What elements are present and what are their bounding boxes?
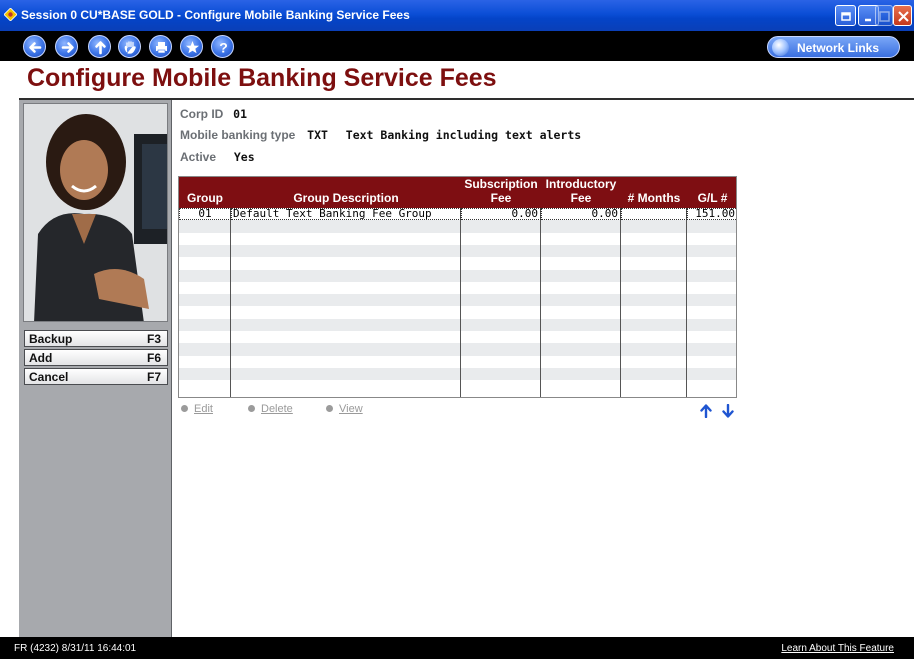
mobile-type-row: Mobile banking type TXT Text Banking inc… [180,128,581,142]
delete-label: Delete [261,403,293,415]
print-icon [156,42,167,54]
restore-icon [841,12,851,21]
session-status-text: FR (4232) 8/31/11 16:44:01 [14,643,137,654]
svg-text:?: ? [219,40,228,56]
learn-about-feature-link[interactable]: Learn About This Feature [781,643,894,654]
description-column-header[interactable]: Group Description [231,177,461,208]
help-button[interactable]: ? [211,35,234,58]
app-icon [4,8,17,21]
active-label: Active [180,150,217,164]
months-column-header[interactable]: # Months [621,177,687,208]
delete-bullet-icon [248,405,255,412]
edit-action[interactable]: Edit [181,403,213,415]
row-group-cell[interactable]: 01 [179,208,231,220]
row-intro-fee-cell[interactable]: 0.00 [541,208,621,220]
close-button[interactable] [893,5,912,26]
help-icon: ? [219,40,228,56]
column-divider [621,208,687,397]
close-icon [898,11,909,22]
add-label: Add [29,351,53,365]
star-icon [186,41,199,54]
edit-label: Edit [194,403,213,415]
page-up-arrow-icon[interactable] [700,404,712,418]
backup-label: Backup [29,332,73,346]
cancel-label: Cancel [29,370,69,384]
window-title: Session 0 CU*BASE GOLD - Configure Mobil… [21,8,410,22]
mobile-type-description: Text Banking including text alerts [345,128,582,142]
column-divider [231,208,461,397]
up-button[interactable] [88,35,111,58]
column-divider [461,208,541,397]
fee-groups-table: Group Group Description Subscription Fee… [178,176,737,398]
back-icon [29,42,42,53]
column-divider [541,208,621,397]
forward-button[interactable] [55,35,78,58]
cancel-key: F7 [146,370,161,384]
print-button[interactable] [149,35,172,58]
left-panel: Backup F3 Add F6 Cancel F7 [19,100,172,637]
page-down-arrow-icon[interactable] [722,404,734,418]
member-photo-image [23,103,168,322]
hand-icon [124,41,136,54]
globe-icon [772,39,789,56]
active-value: Yes [233,150,255,164]
introductory-fee-column-header[interactable]: Introductory Fee [541,177,621,208]
delete-action[interactable]: Delete [248,403,293,415]
view-label: View [339,403,363,415]
corp-id-value: 01 [233,107,248,121]
page-title: Configure Mobile Banking Service Fees [27,64,497,92]
add-button[interactable]: Add F6 [24,349,168,366]
stop-hand-button[interactable] [118,35,141,58]
back-button[interactable] [23,35,46,58]
view-bullet-icon [326,405,333,412]
maximize-button[interactable] [875,5,893,26]
row-gl-cell[interactable]: 151.00 [687,208,736,220]
row-subscription-fee-cell[interactable]: 0.00 [461,208,541,220]
backup-button[interactable]: Backup F3 [24,330,168,347]
corp-id-row: Corp ID 01 [180,107,247,121]
view-action[interactable]: View [326,403,363,415]
app-window: Session 0 CU*BASE GOLD - Configure Mobil… [0,0,914,659]
mobile-type-code: TXT [307,128,328,142]
favorites-button[interactable] [180,35,203,58]
corp-id-label: Corp ID [180,107,224,121]
gl-column-header[interactable]: G/L # [687,177,736,208]
status-bar: FR (4232) 8/31/11 16:44:01 Learn About T… [0,637,914,659]
mobile-type-label: Mobile banking type [180,128,296,142]
maximize-icon [879,11,890,22]
table-header: Group Group Description Subscription Fee… [179,177,736,208]
network-links-label: Network Links [797,41,880,55]
up-icon [95,41,106,55]
active-row: Active Yes [180,150,255,164]
add-key: F6 [146,351,161,365]
row-months-cell[interactable] [621,208,687,220]
row-description-cell[interactable]: Default Text Banking Fee Group [231,208,461,220]
subscription-fee-column-header[interactable]: Subscription Fee [461,177,541,208]
cancel-button[interactable]: Cancel F7 [24,368,168,385]
column-divider [179,208,231,397]
group-column-header[interactable]: Group [179,177,231,208]
toolbar: ? Network Links [0,31,914,61]
title-bar: Session 0 CU*BASE GOLD - Configure Mobil… [0,0,914,31]
edit-bullet-icon [181,405,188,412]
network-links-button[interactable]: Network Links [767,36,900,58]
forward-icon [61,42,74,53]
backup-key: F3 [146,332,161,346]
restore-window-button[interactable] [835,5,856,26]
